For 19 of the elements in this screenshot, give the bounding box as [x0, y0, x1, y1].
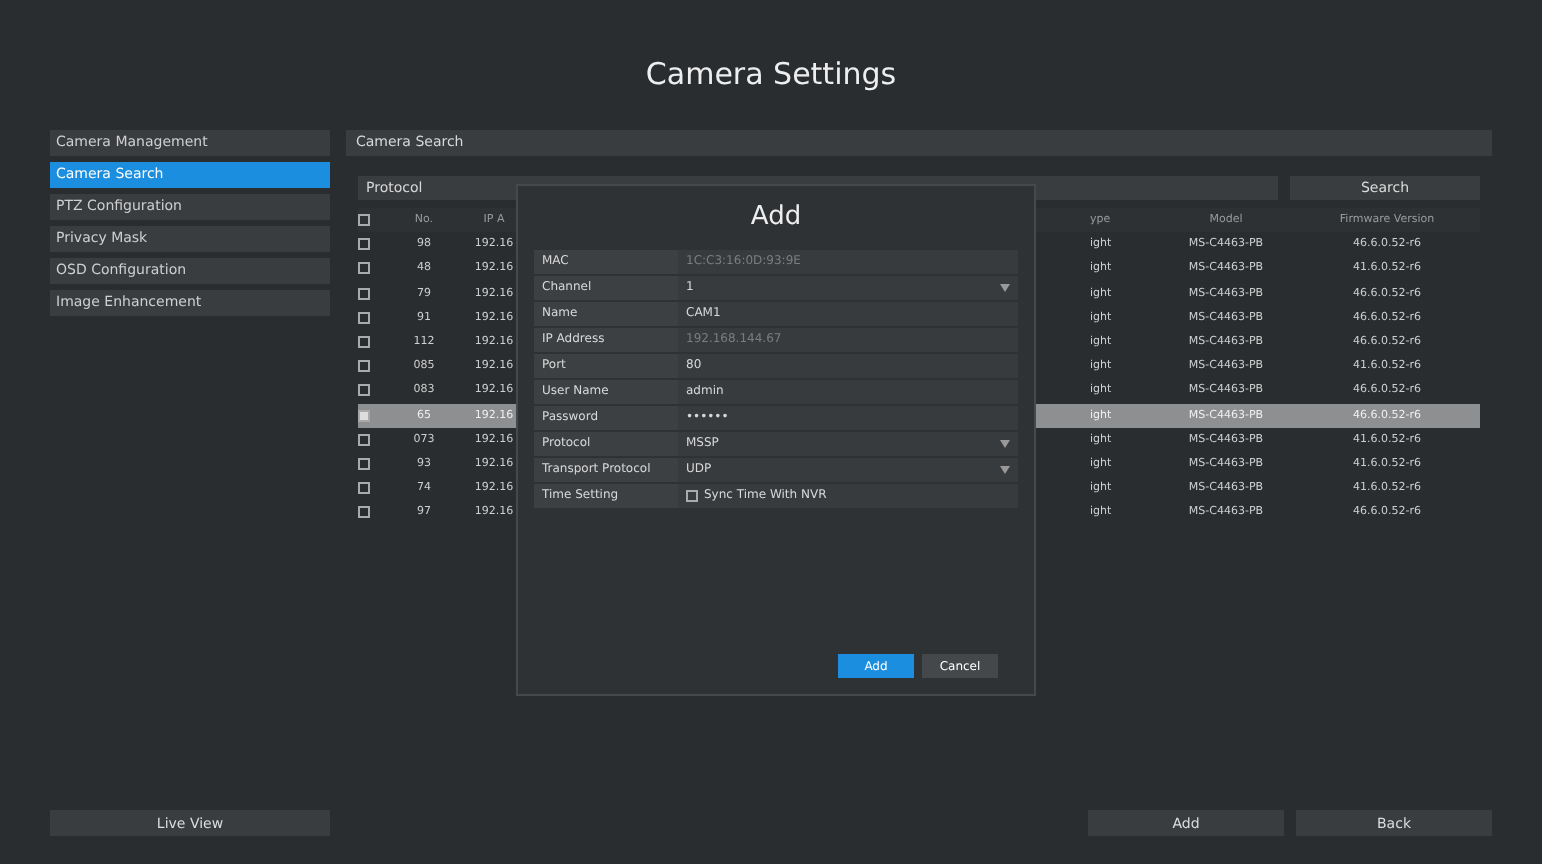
checkbox[interactable] [358, 311, 370, 324]
checkbox[interactable] [358, 457, 370, 470]
dialog-title: Add [748, 202, 804, 236]
checkbox[interactable] [358, 409, 370, 422]
checkbox[interactable] [358, 336, 370, 349]
checkbox[interactable] [358, 238, 370, 251]
checkbox[interactable] [358, 384, 370, 397]
checkbox[interactable] [686, 490, 698, 502]
checkbox[interactable] [358, 482, 370, 495]
checkbox[interactable] [358, 433, 370, 446]
caret-icon [1000, 440, 1010, 448]
caret-icon [1000, 284, 1010, 292]
checkbox[interactable] [358, 506, 370, 519]
checkbox[interactable] [358, 360, 370, 373]
checkbox[interactable] [358, 262, 370, 275]
checkbox[interactable] [358, 214, 370, 227]
window-title: Camera Settings [643, 56, 899, 96]
checkbox[interactable] [358, 287, 370, 300]
caret-icon [1000, 466, 1010, 474]
